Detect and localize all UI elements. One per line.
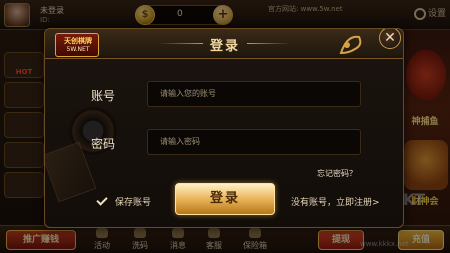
close-button[interactable]: ✕	[379, 29, 401, 49]
header-ornament-right	[247, 43, 291, 44]
account-placeholder: 请输入您的账号	[160, 89, 216, 98]
ribbon-ornament-icon	[339, 35, 362, 55]
password-placeholder: 请输入密码	[160, 137, 200, 146]
forgot-password-link[interactable]: 忘记密码？	[317, 168, 357, 179]
password-input[interactable]: 请输入密码	[147, 129, 361, 155]
register-link[interactable]: 没有账号，立即注册>	[291, 195, 380, 208]
account-input[interactable]: 请输入您的账号	[147, 81, 361, 107]
password-label: 密码	[91, 137, 116, 151]
login-button[interactable]: 登录	[175, 183, 275, 215]
remember-account-checkbox[interactable]: 保存账号	[96, 194, 152, 208]
account-label: 账号	[91, 89, 116, 103]
remember-label: 保存账号	[115, 198, 152, 208]
dialog-header: 天创棋牌 5W.NET 登录	[45, 29, 403, 59]
login-dialog: 天创棋牌 5W.NET 登录 ✕ 账号 请输入您的账号 密码 请输入密码 忘记密…	[44, 28, 404, 228]
checkmark-icon	[96, 194, 108, 206]
